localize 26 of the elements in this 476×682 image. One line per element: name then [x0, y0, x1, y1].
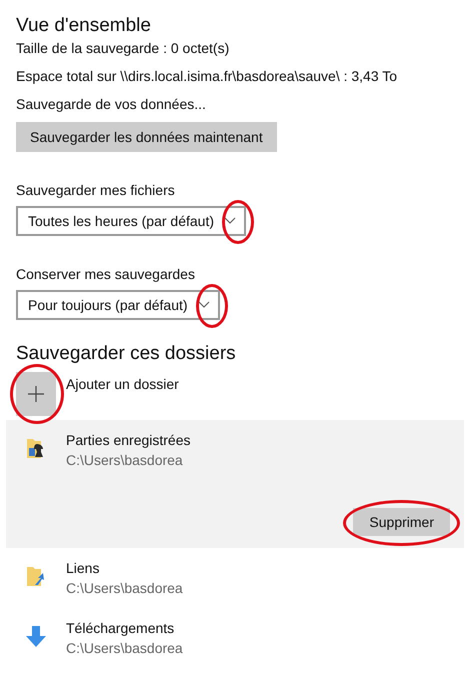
folder-path: C:\Users\basdorea [66, 639, 183, 658]
folder-path: C:\Users\basdorea [66, 451, 184, 470]
dropdown[interactable]: Toutes les heures (par défaut) [16, 206, 246, 236]
section-heading: Vue d'ensemble [16, 14, 152, 38]
info-text: Espace total sur \\dirs.local.isima.fr\basdorea\sauve\ : 3,43 To [16, 67, 398, 86]
download-arrow-icon [24, 624, 48, 648]
folder-item[interactable]: Liens C:\Users\basdorea [6, 548, 464, 608]
info-text: Sauvegarde de vos données... [16, 95, 207, 114]
folder-item[interactable]: Parties enregistrées C:\Users\basdorea Supprimer [6, 420, 464, 548]
add-folder-label: Ajouter un dossier [66, 375, 179, 394]
folder-item[interactable]: Téléchargements C:\Users\basdorea [6, 608, 464, 668]
setting-label: Conserver mes sauvegardes [16, 265, 196, 284]
chevron-icon [224, 217, 236, 225]
plus-icon [28, 386, 44, 402]
setting-label: Sauvegarder mes fichiers [16, 181, 176, 200]
folder-name: Téléchargements [66, 619, 176, 638]
chevron-icon [198, 301, 210, 309]
backup-now-button[interactable]: Sauvegarder les données maintenant [16, 122, 277, 152]
add-folder-button[interactable] [16, 372, 56, 416]
dropdown[interactable]: Pour toujours (par défaut) [16, 290, 220, 320]
folder-path: C:\Users\basdorea [66, 579, 183, 598]
folder-name: Liens [66, 559, 100, 578]
info-text: Taille de la sauvegarde : 0 octet(s) [16, 39, 230, 58]
remove-button[interactable]: Supprimer [353, 508, 450, 536]
folder-name: Parties enregistrées [66, 431, 191, 450]
section-heading: Sauvegarder ces dossiers [16, 342, 237, 366]
